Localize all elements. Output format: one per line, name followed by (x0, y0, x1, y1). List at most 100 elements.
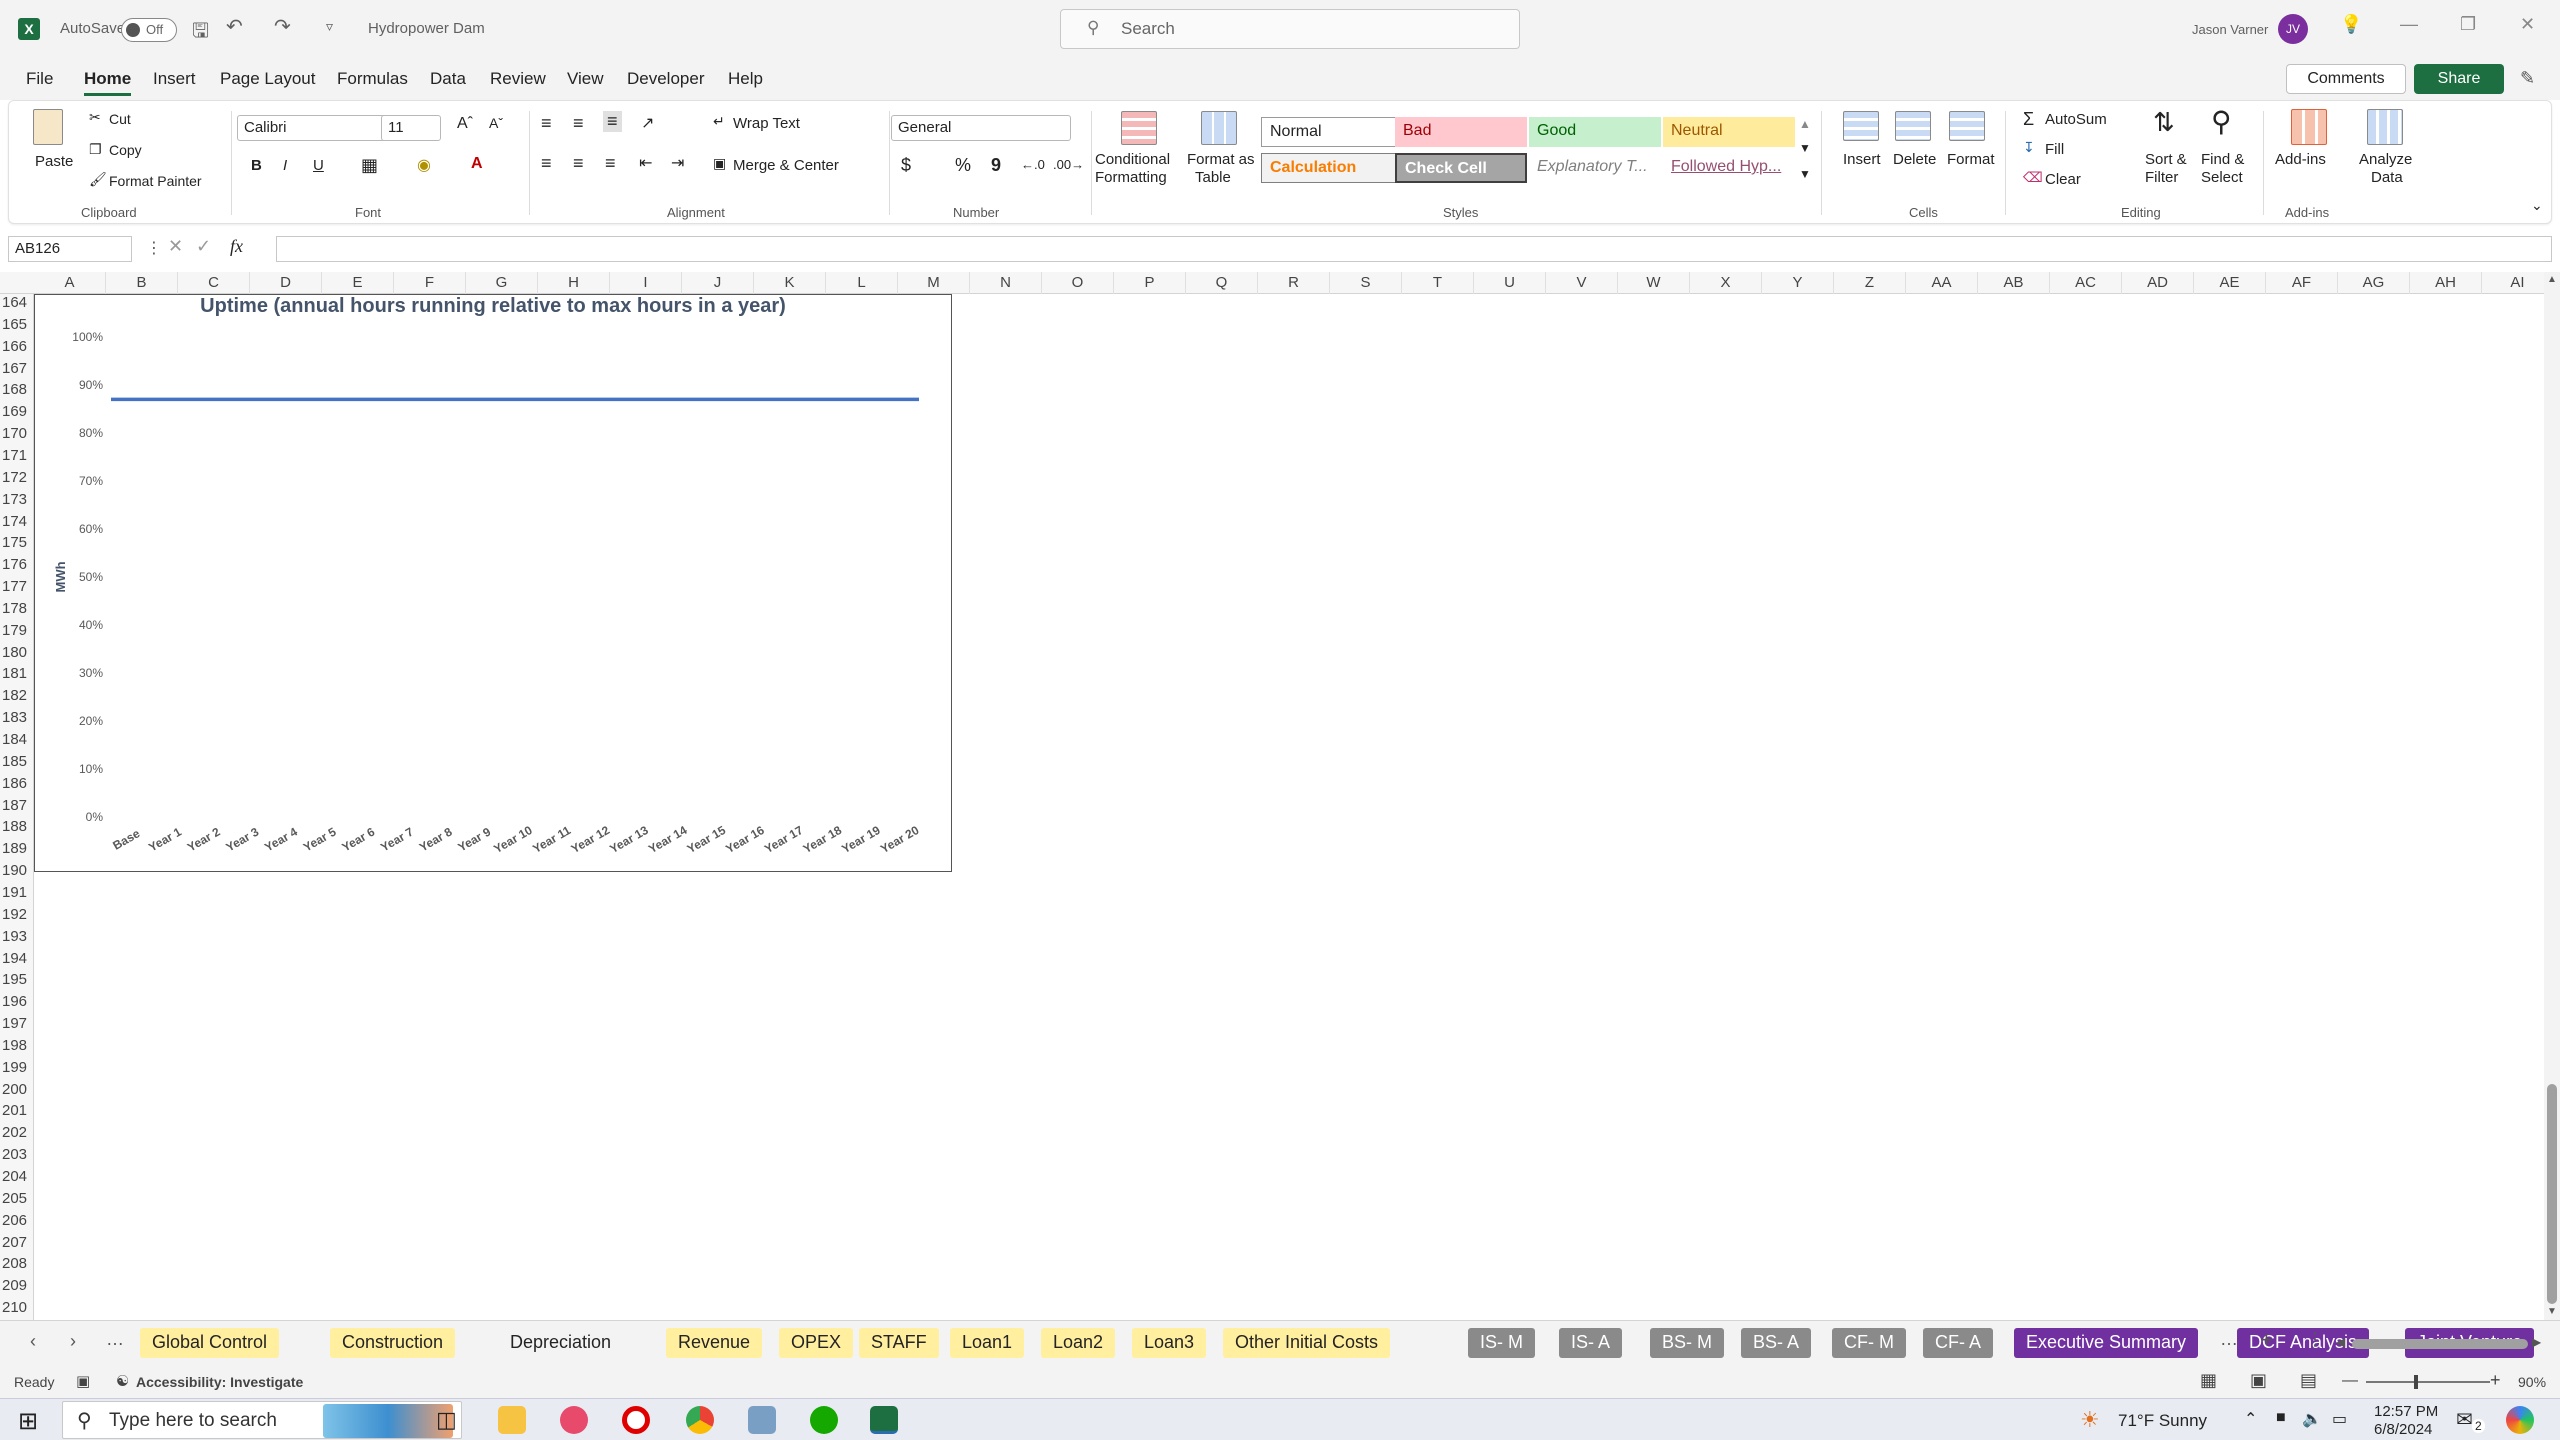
sheet-tab[interactable]: Global Control (140, 1328, 280, 1358)
show-hidden-icons[interactable]: ⌃ (2244, 1409, 2257, 1429)
find-select-line1[interactable]: Find & (2201, 151, 2244, 168)
row-header[interactable]: 203 (0, 1146, 33, 1168)
font-color-icon[interactable]: A (471, 155, 483, 173)
normal-view-icon[interactable]: ▦ (2200, 1370, 2217, 1391)
row-header[interactable]: 190 (0, 862, 33, 884)
column-header[interactable]: E (322, 272, 394, 294)
font-size-select[interactable]: 11 (381, 115, 441, 141)
add-ins-button[interactable]: Add-ins (2275, 151, 2326, 168)
opera-icon[interactable] (622, 1406, 650, 1434)
row-header[interactable]: 180 (0, 644, 33, 666)
sheet-tab[interactable]: Loan1 (950, 1328, 1025, 1358)
avatar[interactable]: JV (2278, 14, 2308, 44)
row-header[interactable]: 165 (0, 316, 33, 338)
column-header[interactable]: S (1330, 272, 1402, 294)
row-header[interactable]: 179 (0, 622, 33, 644)
fill-button[interactable]: Fill (2045, 141, 2064, 158)
row-header[interactable]: 182 (0, 687, 33, 709)
scroll-up-icon[interactable]: ▲ (2547, 274, 2557, 285)
row-header[interactable]: 200 (0, 1081, 33, 1103)
app-icon[interactable] (748, 1406, 776, 1434)
page-layout-view-icon[interactable]: ▣ (2250, 1370, 2267, 1391)
row-header[interactable]: 184 (0, 731, 33, 753)
close-icon[interactable]: ✕ (2520, 14, 2535, 35)
sheet-tab[interactable]: BS- M (1650, 1328, 1725, 1358)
row-header[interactable]: 196 (0, 993, 33, 1015)
row-header[interactable]: 199 (0, 1059, 33, 1081)
row-header[interactable]: 166 (0, 338, 33, 360)
borders-icon[interactable]: ▦ (361, 155, 378, 176)
clock-time[interactable]: 12:57 PM (2374, 1403, 2438, 1420)
column-header[interactable]: AG (2338, 272, 2410, 294)
volume-icon[interactable]: 🔈 (2302, 1409, 2322, 1429)
align-top-icon[interactable]: ≡ (541, 113, 552, 134)
row-header[interactable]: 198 (0, 1037, 33, 1059)
column-header[interactable]: AE (2194, 272, 2266, 294)
currency-button[interactable]: $ (901, 155, 911, 176)
row-header[interactable]: 168 (0, 381, 33, 403)
column-header[interactable]: M (898, 272, 970, 294)
autosum-button[interactable]: AutoSum (2045, 111, 2107, 128)
bold-button[interactable]: B (251, 157, 262, 174)
decrease-indent-icon[interactable]: ⇤ (639, 153, 652, 173)
snipping-tool-icon[interactable] (560, 1406, 588, 1434)
search-box[interactable]: ⚲ Search (1060, 9, 1520, 49)
cancel-entry-icon[interactable]: ✕ (168, 236, 183, 257)
column-header[interactable]: P (1114, 272, 1186, 294)
sheet-tab[interactable]: Loan2 (1041, 1328, 1116, 1358)
sort-filter-line1[interactable]: Sort & (2145, 151, 2187, 168)
insert-cells-icon[interactable] (1843, 111, 1879, 141)
insert-function-button[interactable]: fx (230, 236, 243, 257)
delete-cells-icon[interactable] (1895, 111, 1931, 141)
column-header[interactable]: AH (2410, 272, 2482, 294)
row-header[interactable]: 181 (0, 665, 33, 687)
comma-button[interactable]: 9 (991, 155, 1001, 176)
share-button[interactable]: Share (2414, 64, 2504, 94)
menu-formulas[interactable]: Formulas (337, 69, 408, 89)
menu-insert[interactable]: Insert (153, 69, 196, 89)
sheet-tab[interactable]: IS- M (1468, 1328, 1535, 1358)
sheet-tab[interactable]: Construction (330, 1328, 456, 1358)
column-header[interactable]: AD (2122, 272, 2194, 294)
format-as-table-line2[interactable]: Table (1195, 169, 1231, 186)
copy-button[interactable]: Copy (109, 142, 142, 158)
row-header[interactable]: 205 (0, 1190, 33, 1212)
column-header[interactable]: I (610, 272, 682, 294)
row-header[interactable]: 185 (0, 753, 33, 775)
sheet-tab[interactable]: CF- A (1923, 1328, 1994, 1358)
comments-button[interactable]: Comments (2286, 64, 2406, 94)
cut-button[interactable]: Cut (109, 111, 131, 127)
document-title[interactable]: Hydropower Dam (368, 20, 485, 37)
formula-input[interactable] (276, 236, 2552, 262)
column-header[interactable]: B (106, 272, 178, 294)
increase-font-icon[interactable]: Aˆ (457, 115, 473, 133)
row-header[interactable]: 187 (0, 797, 33, 819)
zoom-slider-handle[interactable] (2414, 1375, 2418, 1389)
decrease-decimal-icon[interactable]: .00→ (1053, 157, 1084, 172)
row-header[interactable]: 169 (0, 403, 33, 425)
column-header[interactable]: Y (1762, 272, 1834, 294)
menu-home[interactable]: Home (84, 69, 132, 96)
horizontal-scroll-thumb[interactable] (2352, 1339, 2528, 1349)
row-header[interactable]: 206 (0, 1212, 33, 1234)
row-header[interactable]: 209 (0, 1277, 33, 1299)
merge-center-button[interactable]: Merge & Center (733, 157, 839, 174)
restore-icon[interactable]: ❐ (2460, 14, 2476, 35)
clock-date[interactable]: 6/8/2024 (2374, 1421, 2432, 1438)
save-icon[interactable]: 🖫 (192, 16, 209, 50)
style-good[interactable]: Good (1529, 117, 1661, 147)
task-view-icon[interactable]: ◫ (436, 1407, 457, 1433)
hscroll-right-icon[interactable]: ▶ (2532, 1335, 2541, 1349)
column-header[interactable]: C (178, 272, 250, 294)
menu-developer[interactable]: Developer (627, 69, 705, 89)
fill-icon[interactable]: ↧ (2023, 139, 2035, 156)
row-header[interactable]: 191 (0, 884, 33, 906)
accessibility-status[interactable]: Accessibility: Investigate (136, 1374, 303, 1390)
sheet-tab[interactable]: Other Initial Costs (1223, 1328, 1391, 1358)
row-header[interactable]: 171 (0, 447, 33, 469)
conditional-formatting-icon[interactable] (1121, 111, 1157, 145)
row-header[interactable]: 188 (0, 818, 33, 840)
row-header[interactable]: 189 (0, 840, 33, 862)
more-sheets-icon[interactable]: … (106, 1329, 124, 1350)
style-explanatory[interactable]: Explanatory T... (1529, 153, 1661, 183)
